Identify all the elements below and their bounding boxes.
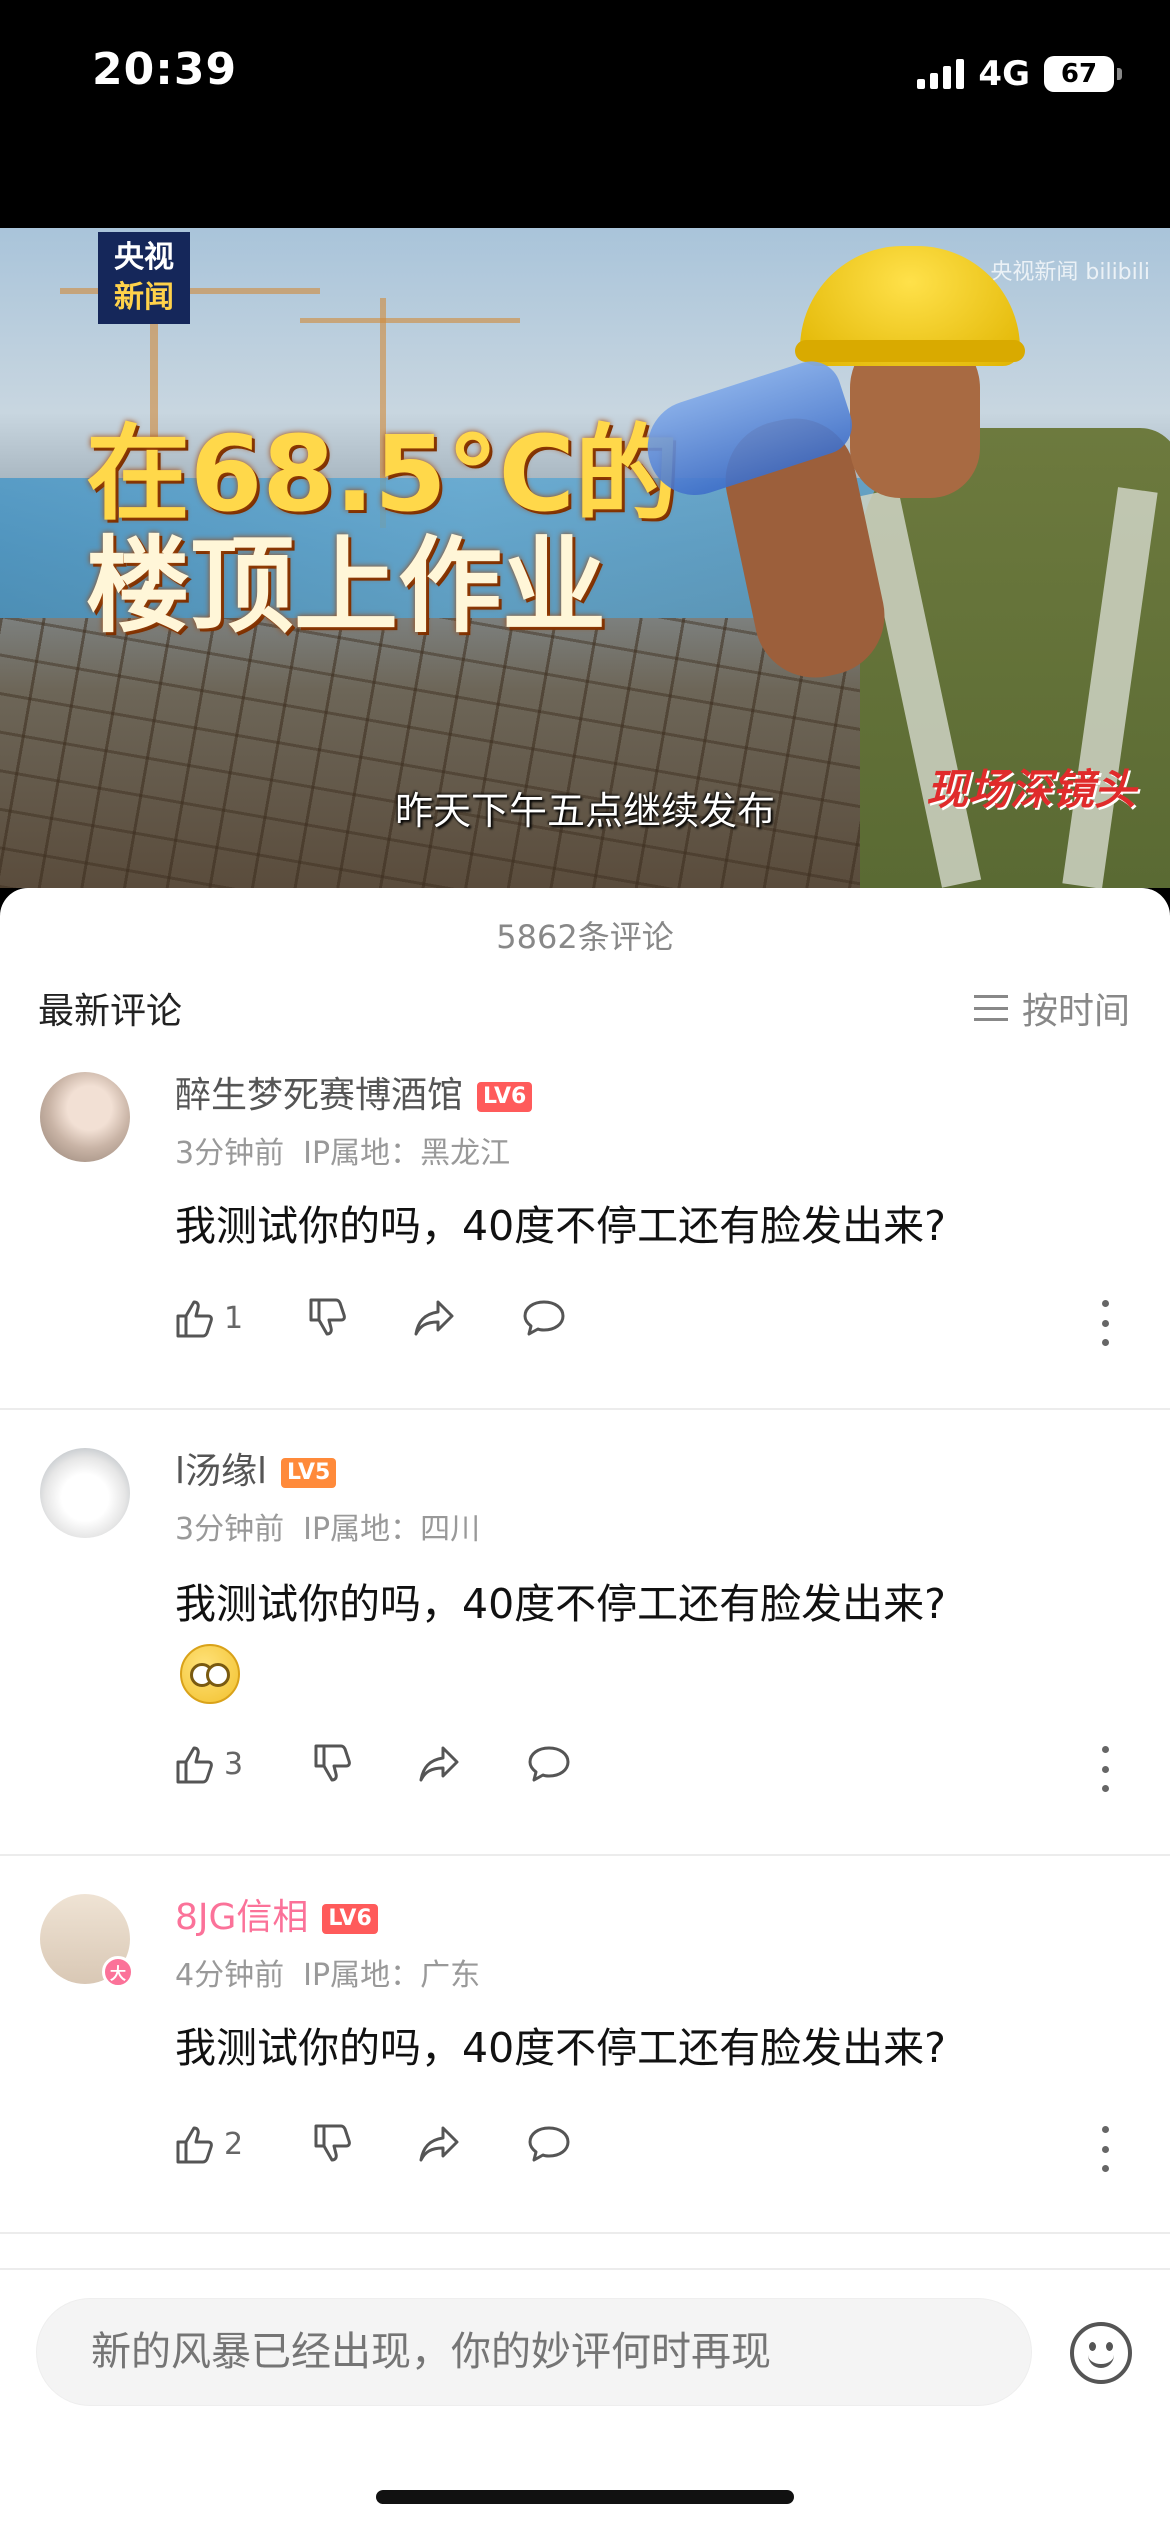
- status-indicators: 4G 67: [917, 54, 1122, 94]
- comment-time: 3分钟前: [175, 1512, 285, 1547]
- dislike-button[interactable]: [308, 1740, 356, 1788]
- comment-actions: 1: [170, 1294, 1130, 1354]
- dislike-button[interactable]: [308, 2120, 356, 2168]
- avatar[interactable]: [40, 1072, 130, 1162]
- share-icon: [419, 1746, 459, 1782]
- divider: [0, 1854, 1170, 1856]
- level-badge: LV6: [477, 1082, 533, 1112]
- more-options-icon[interactable]: [1100, 2126, 1110, 2172]
- comment-actions: 3: [170, 1740, 1130, 1800]
- share-button[interactable]: [415, 2120, 463, 2168]
- thumbs-up-icon: [176, 2126, 213, 2164]
- sort-label: 按时间: [1021, 991, 1130, 1032]
- avatar[interactable]: [40, 1448, 130, 1538]
- level-badge: LV5: [281, 1458, 337, 1488]
- username[interactable]: 醉生梦死赛博酒馆 LV6: [175, 1066, 533, 1118]
- section-title: 最新评论: [38, 991, 183, 1032]
- logo-line1: 央视: [114, 240, 174, 275]
- comment-count: 5862条评论: [496, 918, 674, 956]
- share-button[interactable]: [410, 1294, 458, 1342]
- reply-button[interactable]: [520, 1294, 568, 1342]
- username[interactable]: l汤缘l LV5: [175, 1442, 337, 1494]
- video-watermark: 央视新闻 bilibili: [990, 260, 1150, 285]
- like-button[interactable]: 3: [170, 1740, 243, 1788]
- status-time: 20:39: [92, 44, 238, 95]
- comment-location: IP属地：黑龙江: [303, 1136, 511, 1171]
- comment-location: IP属地：四川: [303, 1512, 481, 1547]
- share-button[interactable]: [415, 1740, 463, 1788]
- comment-bubble-icon: [528, 2126, 570, 2162]
- thumbs-up-icon: [176, 1300, 213, 1338]
- dislike-button[interactable]: [303, 1294, 351, 1342]
- level-badge: LV6: [322, 1904, 378, 1934]
- headline-line1: 在68.5°C的: [86, 413, 679, 535]
- comment-text: 我测试你的吗，40度不停工还有脸发出来?: [175, 1580, 946, 1628]
- comment-item: l汤缘l LV5 3分钟前 IP属地：四川 我测试你的吗，40度不停工还有脸发出来…: [0, 1434, 1170, 1792]
- thumbs-up-icon: [176, 1746, 213, 1784]
- reply-button[interactable]: [525, 1740, 573, 1788]
- comment-item: 大 8JG信相 LV6 4分钟前 IP属地：广东 我测试你的吗，40度不停工还有脸…: [0, 1880, 1170, 2172]
- comment-item: 醉生梦死赛博酒馆 LV6 3分钟前 IP属地：黑龙江 我测试你的吗，40度不停工还…: [0, 1058, 1170, 1346]
- comment-meta: 4分钟前 IP属地：广东: [175, 1950, 480, 1994]
- reply-button[interactable]: [525, 2120, 573, 2168]
- emoji-button-icon[interactable]: [1070, 2322, 1132, 2384]
- status-bar: 20:39 4G 67: [0, 0, 1170, 228]
- thumbs-down-icon: [314, 2124, 351, 2162]
- like-button[interactable]: 2: [170, 2120, 243, 2168]
- like-count: 1: [224, 1300, 244, 1336]
- comment-input[interactable]: [36, 2298, 1032, 2406]
- comment-bubble-icon: [528, 1746, 570, 1782]
- comment-text: 我测试你的吗，40度不停工还有脸发出来?: [175, 2024, 946, 2072]
- username[interactable]: 8JG信相 LV6: [175, 1888, 378, 1940]
- video-player[interactable]: 央视 新闻 央视新闻 bilibili 在68.5°C的 楼顶上作业 昨天下午五…: [0, 228, 1170, 888]
- crane-decoration: [300, 318, 520, 323]
- menu-icon: [973, 995, 1008, 1021]
- comment-bubble-icon: [523, 1300, 565, 1336]
- comment-time: 4分钟前: [175, 1958, 285, 1993]
- headline-line2: 楼顶上作业: [86, 525, 607, 647]
- helmet-brim: [795, 340, 1025, 362]
- comment-location: IP属地：广东: [303, 1958, 481, 1993]
- comment-meta: 3分钟前 IP属地：黑龙江: [175, 1128, 510, 1172]
- logo-line2: 新闻: [114, 280, 174, 315]
- signal-icon: [917, 59, 965, 89]
- like-count: 3: [224, 1746, 244, 1782]
- divider: [0, 2232, 1170, 2234]
- program-logo: 现场深镜头: [925, 765, 1136, 814]
- dazed-emoji-icon: [180, 1644, 240, 1704]
- like-button[interactable]: 1: [170, 1294, 243, 1342]
- comment-meta: 3分钟前 IP属地：四川: [175, 1504, 480, 1548]
- cctv-news-logo: 央视 新闻: [98, 232, 190, 324]
- more-options-icon[interactable]: [1100, 1746, 1110, 1792]
- avatar[interactable]: 大: [40, 1894, 134, 1988]
- sort-button[interactable]: 按时间: [973, 982, 1130, 1034]
- comment-text: 我测试你的吗，40度不停工还有脸发出来?: [175, 1202, 946, 1250]
- video-headline: 在68.5°C的 楼顶上作业: [86, 418, 679, 642]
- battery-icon: 67: [1044, 56, 1122, 92]
- divider: [0, 1408, 1170, 1410]
- thumbs-down-icon: [314, 1744, 351, 1782]
- username-text: 8JG信相: [175, 1897, 309, 1938]
- share-icon: [419, 2126, 459, 2162]
- more-options-icon[interactable]: [1100, 1300, 1110, 1346]
- comment-time: 3分钟前: [175, 1136, 285, 1171]
- comment-actions: 2: [170, 2120, 1130, 2180]
- network-type: 4G: [978, 54, 1030, 94]
- share-icon: [414, 1300, 454, 1336]
- username-text: 醉生梦死赛博酒馆: [175, 1075, 464, 1116]
- home-indicator[interactable]: [376, 2490, 794, 2504]
- thumbs-down-icon: [309, 1298, 346, 1336]
- username-text: l汤缘l: [175, 1451, 268, 1492]
- vip-badge: 大: [102, 1956, 134, 1988]
- like-count: 2: [224, 2126, 244, 2162]
